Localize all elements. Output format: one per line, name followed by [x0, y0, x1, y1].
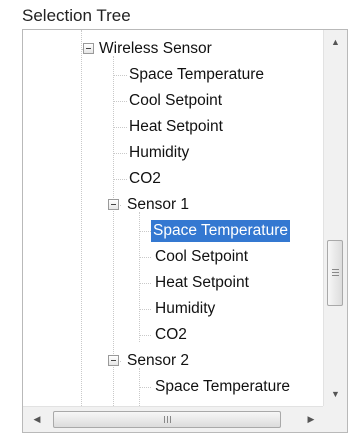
vertical-scrollbar[interactable]: ▲ ▼	[323, 30, 347, 406]
tree-node-sensor1-heat-setpoint[interactable]: Heat Setpoint	[153, 272, 251, 294]
tree-connector-line	[81, 30, 82, 406]
group-title: Selection Tree	[22, 6, 131, 25]
horizontal-scroll-thumb[interactable]	[53, 411, 281, 428]
scroll-up-arrow-icon[interactable]: ▲	[324, 32, 347, 52]
tree-node-sensor1-co2[interactable]: CO2	[153, 324, 189, 346]
tree-connector-line	[113, 75, 127, 76]
horizontal-scrollbar[interactable]: ◀ ▶	[23, 406, 324, 432]
tree-connector-line	[139, 335, 151, 336]
grip-line	[332, 269, 339, 270]
grip-line	[164, 416, 165, 423]
selection-tree[interactable]: Wireless Sensor Space Temperature Cool S…	[22, 29, 348, 433]
tree-connector-line	[139, 387, 151, 388]
tree-node-sensor1-space-temperature[interactable]: Space Temperature	[151, 220, 290, 242]
collapse-icon[interactable]	[108, 355, 119, 366]
tree-connector-line	[139, 231, 151, 232]
tree-node-sensor1-humidity[interactable]: Humidity	[153, 298, 217, 320]
tree-node-wireless-sensor[interactable]: Wireless Sensor	[97, 38, 214, 60]
tree-connector-line	[113, 101, 127, 102]
vertical-scroll-thumb[interactable]	[327, 240, 343, 306]
tree-node-humidity[interactable]: Humidity	[127, 142, 191, 164]
tree-node-sensor-1[interactable]: Sensor 1	[125, 194, 191, 216]
grip-line	[332, 275, 339, 276]
scroll-down-arrow-icon[interactable]: ▼	[324, 384, 347, 404]
grip-line	[332, 272, 339, 273]
tree-node-sensor1-cool-setpoint[interactable]: Cool Setpoint	[153, 246, 250, 268]
tree-connector-line	[139, 283, 151, 284]
tree-node-space-temperature[interactable]: Space Temperature	[127, 64, 266, 86]
collapse-icon[interactable]	[108, 199, 119, 210]
tree-connector-line	[139, 257, 151, 258]
tree-connector-line	[113, 153, 127, 154]
scrollbar-corner	[323, 406, 347, 432]
grip-line	[170, 416, 171, 423]
tree-connector-line	[113, 56, 114, 406]
scroll-right-arrow-icon[interactable]: ▶	[301, 407, 321, 432]
collapse-icon[interactable]	[83, 43, 94, 54]
tree-node-sensor-2[interactable]: Sensor 2	[125, 350, 191, 372]
tree-viewport: Wireless Sensor Space Temperature Cool S…	[23, 30, 324, 406]
tree-connector-line	[113, 127, 127, 128]
scroll-left-arrow-icon[interactable]: ◀	[27, 407, 47, 432]
tree-node-cool-setpoint[interactable]: Cool Setpoint	[127, 90, 224, 112]
tree-node-sensor2-space-temperature[interactable]: Space Temperature	[153, 376, 292, 398]
tree-connector-line	[139, 309, 151, 310]
tree-node-heat-setpoint[interactable]: Heat Setpoint	[127, 116, 225, 138]
tree-connector-line	[113, 179, 127, 180]
grip-line	[167, 416, 168, 423]
tree-node-co2[interactable]: CO2	[127, 168, 163, 190]
